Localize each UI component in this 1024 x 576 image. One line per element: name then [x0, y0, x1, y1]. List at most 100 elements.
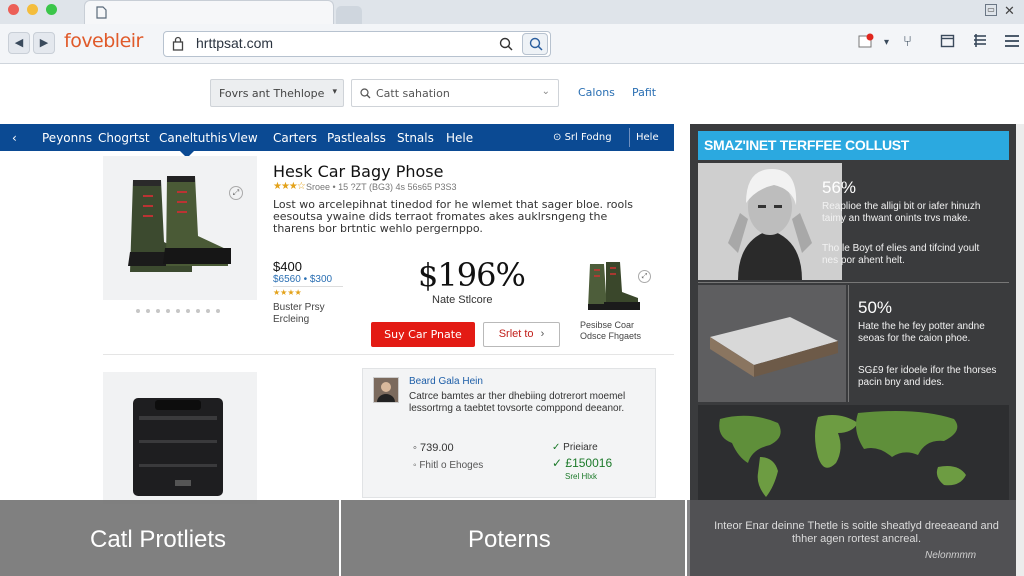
radio-icon[interactable]: ◦ — [413, 460, 417, 471]
seller-price-sub: ◦ Fhitl o Ehoges — [413, 460, 483, 471]
portrait-image — [698, 163, 842, 280]
carousel-dot[interactable] — [216, 309, 220, 313]
maximize-window-icon[interactable] — [46, 4, 57, 15]
tools-icon[interactable]: ⑂ — [903, 33, 912, 50]
avatar[interactable] — [373, 377, 399, 403]
nav-right-item[interactable]: ⊙ Srl Fodng — [553, 132, 612, 143]
search-icon[interactable] — [499, 37, 513, 51]
zoom-icon[interactable]: ⤢ — [638, 270, 651, 283]
carousel-dot[interactable] — [166, 309, 170, 313]
seller-price-sub-text: Fhitl o Ehoges — [419, 460, 484, 471]
header-link-pafit[interactable]: Pafit — [632, 86, 656, 99]
carousel-dot[interactable] — [186, 309, 190, 313]
mattress-illustration — [698, 285, 846, 402]
product-image-case[interactable] — [103, 372, 257, 504]
minimize-window-icon[interactable] — [27, 4, 38, 15]
stat-value-1: 56% — [822, 178, 857, 197]
chevron-down-icon: ▾ — [332, 87, 337, 97]
sale-price: $196% — [418, 256, 526, 294]
nav-item-vlew[interactable]: Vlew — [229, 131, 258, 145]
rating-stars: ★★★☆ — [273, 181, 306, 192]
nav-item-chogrtst[interactable]: Chogrtst — [98, 131, 150, 145]
address-text[interactable]: hrttpsat.com — [196, 35, 273, 51]
nav-divider — [629, 128, 630, 147]
carousel-dot[interactable] — [206, 309, 210, 313]
nav-item-carters[interactable]: Carters — [273, 131, 317, 145]
check-item-label: Prieiare — [563, 442, 598, 453]
sale-price-label: Nate Stlcore — [432, 294, 493, 306]
chevron-right-icon: › — [540, 328, 545, 340]
carousel-dot[interactable] — [196, 309, 200, 313]
carousel-dot[interactable] — [176, 309, 180, 313]
notifications-icon[interactable] — [858, 33, 874, 53]
woman-portrait — [698, 163, 842, 280]
zoom-icon[interactable]: ⤢ — [229, 186, 243, 200]
related-product-label[interactable]: Pesibse Coar Odsce Fhgaets — [580, 320, 660, 342]
check-item: ✓ Prieiare — [552, 442, 598, 453]
carousel-dot[interactable] — [146, 309, 150, 313]
search-icon — [360, 88, 371, 99]
restore-icon[interactable]: ▭ — [985, 4, 997, 16]
overlay-note: Inteor Enar deinne Thetle is soitle shea… — [714, 520, 999, 545]
overlay-label-left: Catl Protliets — [90, 526, 227, 553]
lock-icon — [172, 36, 184, 51]
carousel-dot[interactable] — [156, 309, 160, 313]
category-select[interactable]: Fovrs ant Thehlope ▾ — [210, 79, 344, 107]
search-input[interactable]: Catt sahation ⌄ — [351, 79, 559, 107]
globe-icon: ⊙ — [553, 132, 562, 143]
boots-thumb-image — [588, 262, 640, 310]
stat-text-1b: Tho le Boyt of elies and tifcind yoult n… — [822, 243, 980, 266]
nav-item-stnals[interactable]: Stnals — [397, 131, 434, 145]
header-link-calons[interactable]: Calons — [578, 86, 615, 99]
carousel-dot[interactable] — [136, 309, 140, 313]
nav-back-arrow-icon[interactable]: ‹ — [12, 131, 17, 145]
seller-rating-stars: ★★★★ — [273, 288, 302, 297]
related-product-thumb[interactable] — [580, 258, 646, 316]
nav-right-text: Srl Fodng — [564, 132, 612, 143]
close-window-icon[interactable] — [8, 4, 19, 15]
page-icon — [96, 6, 107, 19]
menu-icon[interactable] — [1004, 33, 1020, 53]
nav-item-caneltuthis[interactable]: Caneltuthis — [159, 131, 227, 145]
page-scrollbar[interactable] — [1016, 124, 1024, 576]
select-button[interactable]: Srlet to › — [483, 322, 560, 347]
boots-image — [128, 176, 231, 272]
product-image-boots[interactable] — [103, 156, 257, 300]
go-button[interactable] — [522, 33, 548, 55]
world-map — [719, 411, 966, 497]
reader-icon[interactable] — [972, 33, 988, 53]
stat-text-2: Hate the he fey potter andne seoas for t… — [858, 321, 985, 344]
nav-item-pastlealss[interactable]: Pastlealss — [327, 131, 386, 145]
buy-button[interactable]: Suy Car Pnate — [371, 322, 475, 347]
back-button[interactable]: ◀ — [8, 32, 30, 54]
person-icon — [377, 382, 395, 402]
product-description: Lost wo arcelepihnat tinedod for he wlem… — [273, 198, 634, 235]
seller-price-value: 739.00 — [419, 442, 454, 454]
new-tab-button[interactable] — [336, 6, 362, 24]
window-icon[interactable] — [940, 33, 956, 53]
divider — [273, 286, 343, 287]
browser-tab[interactable] — [84, 0, 334, 24]
seller-name[interactable]: Buster Prsy Ercleing — [273, 302, 353, 326]
check-note[interactable]: Srel Hlxk — [565, 472, 597, 481]
stat-value-2: 50% — [858, 298, 893, 317]
price-subtext[interactable]: $6560 • $300 — [273, 274, 332, 285]
check-price-value: £150016 — [565, 456, 613, 470]
product-meta: Sroee • 15 ?ZT (BG3) 4s 56s65 P3S3 — [306, 182, 457, 192]
close-icon[interactable]: ✕ — [1004, 3, 1015, 19]
panel-divider — [848, 285, 849, 402]
product-title[interactable]: Hesk Car Bagy Phose — [273, 162, 443, 181]
nav-right-link[interactable]: Hele — [636, 132, 659, 143]
panel-title: SMAZ'INET TERFFEE COLLUST — [698, 131, 1009, 160]
radio-icon[interactable]: ◦ — [413, 442, 417, 454]
section-divider — [103, 354, 674, 355]
nav-item-hele[interactable]: Hele — [446, 131, 473, 145]
stat-text-1: Reaplioe the alligi bit or iafer hinuzh … — [822, 201, 981, 224]
overlay-watermark: Nelonmmm — [925, 550, 977, 561]
nav-item-peyonns[interactable]: Peyonns — [42, 131, 92, 145]
seller-name-link[interactable]: Beard Gala Hein — [409, 376, 483, 387]
chevron-down-icon[interactable]: ▾ — [884, 37, 889, 48]
search-icon — [529, 37, 543, 51]
forward-button[interactable]: ▶ — [33, 32, 55, 54]
world-map-image — [698, 405, 1009, 500]
